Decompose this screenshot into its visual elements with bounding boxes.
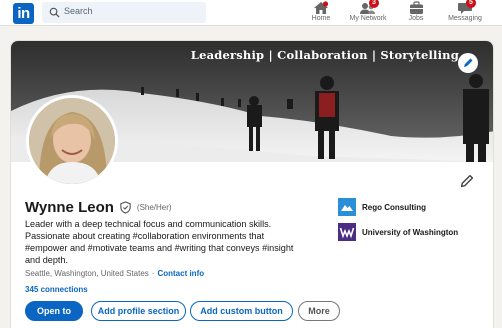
edit-profile-button[interactable] <box>459 173 475 189</box>
search-icon <box>49 7 60 18</box>
search-placeholder: Search <box>64 6 93 16</box>
nav-jobs[interactable]: Jobs <box>403 0 429 26</box>
top-nav: in Search Home 3 My Network Jobs 5 Messa… <box>0 0 502 26</box>
org-education[interactable]: University of Washington <box>338 223 458 241</box>
profile-card: Leadership | Collaboration | Storytellin… <box>10 40 494 328</box>
connections-link[interactable]: 345 connections <box>25 285 88 294</box>
briefcase-icon <box>409 1 423 14</box>
org-current-company[interactable]: Rego Consulting <box>338 198 426 216</box>
more-button[interactable]: More <box>298 301 340 321</box>
add-custom-button[interactable]: Add custom button <box>190 301 293 321</box>
profile-name: Wynne Leon <box>25 199 114 216</box>
search-input[interactable]: Search <box>42 2 206 23</box>
headline-line: Leader with a deep technical focus and c… <box>25 219 272 229</box>
open-to-button[interactable]: Open to <box>25 301 83 321</box>
pronouns: (She/Her) <box>136 203 172 212</box>
add-profile-section-button[interactable]: Add profile section <box>91 301 186 321</box>
contact-info-link[interactable]: Contact info <box>157 269 204 278</box>
profile-avatar[interactable] <box>26 95 118 187</box>
headline-line: and depth. <box>25 255 68 265</box>
nav-messaging-label: Messaging <box>448 15 482 22</box>
network-badge: 3 <box>369 0 379 8</box>
banner-tagline: Leadership | Collaboration | Storytellin… <box>190 48 459 62</box>
nav-home[interactable]: Home <box>307 0 335 26</box>
edit-banner-button[interactable] <box>458 53 478 73</box>
headline-line: #empower and #motivate teams and #writin… <box>25 243 294 253</box>
company-name: Rego Consulting <box>362 202 426 212</box>
location-row: Seattle, Washington, United States · Conta… <box>25 269 204 278</box>
nav-my-network-label: My Network <box>349 15 387 22</box>
nav-my-network[interactable]: 3 My Network <box>346 0 390 26</box>
pencil-icon <box>464 58 473 67</box>
avatar-photo <box>29 98 115 184</box>
separator: · <box>151 269 155 278</box>
name-row: Wynne Leon (She/Her) <box>25 199 172 216</box>
pencil-icon <box>460 174 474 188</box>
home-icon <box>314 1 329 14</box>
verified-shield-icon[interactable] <box>119 201 132 214</box>
school-name: University of Washington <box>362 227 459 237</box>
uw-logo-icon <box>338 223 356 241</box>
headline-line: Passionate about creating #collaboration… <box>25 231 265 241</box>
rego-logo-icon <box>338 198 356 216</box>
linkedin-logo[interactable]: in <box>13 3 34 24</box>
messaging-badge: 5 <box>466 0 476 8</box>
profile-headline: Leader with a deep technical focus and c… <box>25 218 315 266</box>
nav-jobs-label: Jobs <box>408 15 424 22</box>
location-text: Seattle, Washington, United States <box>25 269 149 278</box>
nav-home-label: Home <box>311 15 331 22</box>
nav-messaging[interactable]: 5 Messaging <box>444 0 486 26</box>
